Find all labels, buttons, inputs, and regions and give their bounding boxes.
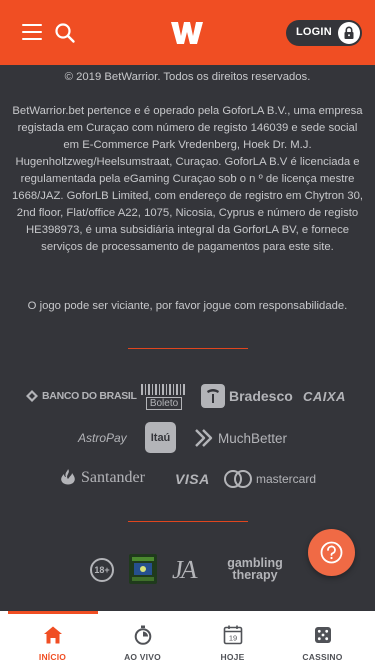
mastercard-circles-icon	[224, 470, 252, 488]
login-label: LOGIN	[296, 26, 332, 38]
lock-icon	[338, 22, 360, 44]
login-button[interactable]: LOGIN	[286, 20, 362, 46]
caixa-logo: CAIXA	[303, 388, 346, 404]
mastercard-logo: mastercard	[224, 469, 316, 489]
age-restriction-badge: 18+	[90, 558, 114, 582]
muchbetter-icon	[195, 429, 213, 447]
copyright-text: © 2019 BetWarrior. Todos os direitos res…	[64, 71, 311, 83]
gambling-therapy-logo: gambling therapy	[227, 556, 283, 582]
responsible-gambling-text: O jogo pode ser viciante, por favor jogu…	[27, 300, 348, 312]
banco-do-brasil-icon	[26, 390, 38, 402]
betwarrior-logo[interactable]	[169, 19, 205, 47]
boleto-logo: Boleto	[141, 384, 187, 410]
bradesco-icon	[201, 384, 225, 408]
dice-icon	[315, 627, 331, 643]
stopwatch-icon	[134, 625, 152, 645]
itau-logo: Itaú	[145, 422, 176, 453]
calendar-day: 19	[229, 634, 237, 643]
astropay-logo: AstroPay	[78, 431, 127, 445]
legal-text: BetWarrior.bet pertence e é operado pela…	[12, 105, 364, 253]
nav-label: HOJE	[220, 652, 245, 662]
hamburger-menu-icon[interactable]	[22, 24, 42, 40]
bottom-navigation: INÍCIO AO VIVO 19 HOJE CASSINO	[0, 611, 375, 667]
nav-item-cassino[interactable]: CASSINO	[276, 611, 369, 667]
help-button[interactable]	[308, 529, 355, 576]
nav-label: CASSINO	[302, 652, 343, 662]
nav-item-inicio[interactable]: INÍCIO	[6, 611, 99, 667]
divider	[128, 348, 248, 349]
muchbetter-logo: MuchBetter	[193, 426, 287, 450]
santander-flame-icon	[61, 469, 75, 485]
search-icon[interactable]	[54, 22, 76, 44]
bradesco-logo: Bradesco	[201, 384, 293, 408]
home-icon	[44, 626, 62, 644]
nav-label: INÍCIO	[38, 652, 67, 662]
nav-item-ao-vivo[interactable]: AO VIVO	[96, 611, 189, 667]
calendar-icon: 19	[223, 625, 243, 645]
divider	[128, 521, 248, 522]
question-mark-icon	[320, 541, 343, 564]
ja-logo: JA	[171, 555, 199, 584]
banco-do-brasil-logo: BANCO DO BRASIL	[25, 387, 137, 405]
nav-item-hoje[interactable]: 19 HOJE	[186, 611, 279, 667]
license-seal-icon	[129, 554, 157, 584]
top-bar: LOGIN	[0, 0, 375, 65]
nav-label: AO VIVO	[124, 652, 161, 662]
santander-logo: Santander	[59, 467, 145, 489]
visa-logo: VISA	[175, 471, 210, 487]
